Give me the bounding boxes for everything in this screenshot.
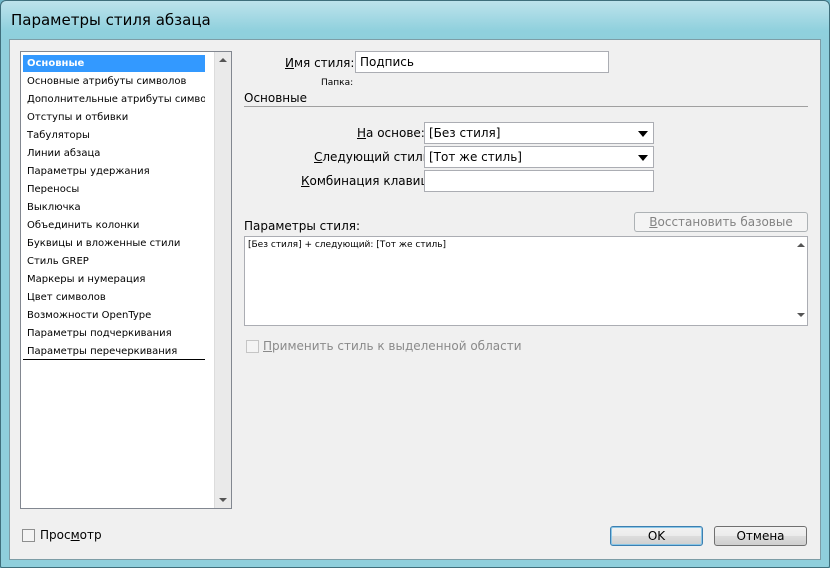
chevron-down-icon [638,131,648,137]
next-style-label: Следующий стиль: [314,150,434,164]
apply-style-label: Применить стиль к выделенной области [263,339,522,353]
style-settings-textarea[interactable]: [Без стиля] + следующий: [Тот же стиль] [244,236,808,326]
preview-label: Просмотр [40,528,102,542]
style-name-input[interactable]: Подпись [355,51,609,73]
ok-button[interactable]: OK [610,526,703,546]
list-end-divider [23,359,205,360]
sidebar-item-tabs[interactable]: Табуляторы [23,127,205,144]
sidebar-item-char-color[interactable]: Цвет символов [23,289,205,306]
sidebar-item-underline-options[interactable]: Параметры подчеркивания [23,325,205,342]
based-on-select[interactable]: [Без стиля] [424,122,654,144]
sidebar-item-bullets-numbering[interactable]: Маркеры и нумерация [23,271,205,288]
reset-to-base-button[interactable]: Восстановить базовые [634,212,808,232]
sidebar-item-indents-spacing[interactable]: Отступы и отбивки [23,109,205,126]
scroll-up-icon[interactable] [219,58,227,62]
based-on-value: [Без стиля] [429,126,501,140]
title-bar[interactable]: Параметры стиля абзаца [1,1,829,39]
style-name-label: Имя стиля: [285,56,355,70]
sidebar-item-strikethrough-options[interactable]: Параметры перечеркивания [23,343,205,360]
style-settings-text: [Без стиля] + следующий: [Тот же стиль] [248,240,447,250]
section-title: Основные [244,91,308,105]
scroll-up-icon[interactable] [797,243,805,247]
scroll-down-icon[interactable] [797,313,805,317]
scroll-down-icon[interactable] [219,498,227,502]
shortcut-input[interactable] [424,170,654,192]
dialog-client-area: Основные Основные атрибуты символов Допо… [9,39,821,560]
sidebar-item-span-columns[interactable]: Объединить колонки [23,217,205,234]
preview-checkbox[interactable] [22,529,35,542]
sidebar-item-paragraph-rules[interactable]: Линии абзаца [23,145,205,162]
sidebar-item-grep-style[interactable]: Стиль GREP [23,253,205,270]
sidebar-item-justification[interactable]: Выключка [23,199,205,216]
section-divider [244,106,808,107]
sidebar-item-opentype[interactable]: Возможности OpenType [23,307,205,324]
sidebar-item-advanced-char-formats[interactable]: Дополнительные атрибуты символов [23,91,205,108]
sidebar-item-basic[interactable]: Основные [23,55,205,72]
sidebar-item-basic-char-formats[interactable]: Основные атрибуты символов [23,73,205,90]
chevron-down-icon [638,155,648,161]
next-style-value: [Тот же стиль] [429,150,522,164]
sidebar-item-keep-options[interactable]: Параметры удержания [23,163,205,180]
cancel-button[interactable]: Отмена [714,526,807,546]
style-settings-label: Параметры стиля: [244,219,360,233]
sidebar-item-drop-caps[interactable]: Буквицы и вложенные стили [23,235,205,252]
next-style-select[interactable]: [Тот же стиль] [424,146,654,168]
sidebar-scrollbar[interactable] [214,52,231,508]
window-title: Параметры стиля абзаца [11,11,211,29]
sidebar-item-hyphenation[interactable]: Переносы [23,181,205,198]
apply-style-checkbox[interactable] [246,340,259,353]
folder-label: Папка: [321,78,354,88]
category-list[interactable]: Основные Основные атрибуты символов Допо… [20,51,232,509]
based-on-label: На основе: [357,126,425,140]
shortcut-label: Комбинация клавиш: [301,174,436,188]
dialog-window: Параметры стиля абзаца Основные Основные… [0,0,830,568]
